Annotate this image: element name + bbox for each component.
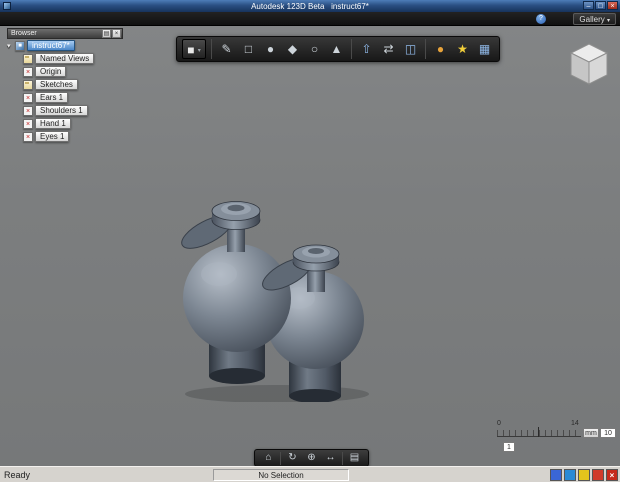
chevron-down-icon: ▾ (197, 48, 201, 54)
tree-item-label[interactable]: Sketches (35, 79, 78, 90)
maximize-button[interactable]: □ (595, 1, 606, 10)
window-controls: – □ × (583, 1, 618, 10)
effects-icon[interactable]: ★ (453, 39, 472, 59)
tray-blue-icon[interactable] (550, 469, 562, 481)
viewcube[interactable] (566, 40, 612, 93)
cone-icon[interactable]: ▲ (327, 39, 346, 59)
browser-header[interactable]: Browser ▤ × (7, 28, 123, 39)
hidden-feature-icon: × (23, 92, 33, 103)
tree-root-row[interactable]: ▾ ■ instruct67* (7, 39, 123, 52)
box-icon[interactable]: □ (239, 39, 258, 59)
browser-menu-button[interactable]: ▤ (102, 29, 111, 38)
gallery-label: Gallery (579, 15, 605, 24)
minimize-button[interactable]: – (583, 1, 594, 10)
hidden-feature-icon: × (23, 105, 33, 116)
toolbar-separator (425, 39, 426, 59)
wedge-icon[interactable]: ◆ (283, 39, 302, 59)
pan-icon[interactable]: ↔ (323, 451, 338, 465)
modeling-toolbar: ■ ▾ ✎ □ ● ◆ ○ ▲ ⇧ ⇄ ◫ ● ★ ▦ (176, 36, 500, 62)
toolbar-separator (280, 451, 281, 465)
scale-widget: 0 14 mm 10 1 (495, 420, 617, 456)
hidden-feature-icon: × (23, 66, 33, 77)
primitives-menu-icon[interactable]: ■ ▾ (182, 39, 206, 59)
browser-title: Browser (11, 30, 37, 37)
scale-max-label: 14 (571, 420, 579, 427)
material-icon[interactable]: ● (431, 39, 450, 59)
toolbar-separator (342, 451, 343, 465)
viewcube-svg (569, 43, 609, 85)
view-settings-icon[interactable]: ▤ (347, 451, 362, 465)
tree-item-named-views[interactable]: Named Views (7, 52, 123, 65)
snap-increment-input[interactable]: 1 (503, 442, 515, 452)
combine-icon[interactable]: ◫ (401, 39, 420, 59)
view-home-icon[interactable]: ⌂ (261, 451, 276, 465)
zoom-icon[interactable]: ⊕ (304, 451, 319, 465)
expander-icon[interactable]: ▾ (7, 42, 15, 50)
toolbar-separator (211, 39, 212, 59)
gallery-button[interactable]: Gallery ▾ (573, 13, 616, 25)
model-3d[interactable] (175, 170, 375, 402)
sphere-icon[interactable]: ● (261, 39, 280, 59)
tree-root-label[interactable]: instruct67* (27, 40, 75, 51)
tray-blue2-icon[interactable] (564, 469, 576, 481)
status-ready-text: Ready (4, 470, 31, 480)
cube-glyph: ■ (187, 43, 195, 57)
viewport-canvas[interactable]: Browser ▤ × ▾ ■ instruct67* Named Views … (0, 26, 620, 467)
scale-ruler[interactable] (497, 427, 581, 437)
tree-item-origin[interactable]: × Origin (7, 65, 123, 78)
tree-item-shoulders[interactable]: × Shoulders 1 (7, 104, 123, 117)
tree-item-eyes[interactable]: × Eyes 1 (7, 130, 123, 143)
toolbar-separator (351, 39, 352, 59)
help-icon[interactable]: ? (536, 14, 546, 24)
model-shadow (185, 385, 369, 402)
tree-item-label[interactable]: Eyes 1 (35, 131, 70, 142)
torus-icon[interactable]: ○ (305, 39, 324, 59)
browser-close-button[interactable]: × (112, 29, 121, 38)
tree-item-label[interactable]: Ears 1 (35, 92, 69, 103)
selection-status-text: No Selection (213, 469, 349, 481)
sketch-icon[interactable]: ✎ (217, 39, 236, 59)
tray-red-icon[interactable] (592, 469, 604, 481)
tree-item-sketches[interactable]: Sketches (7, 78, 123, 91)
app-title-text: Autodesk 123D Beta (251, 1, 325, 11)
folder-icon (23, 79, 33, 90)
tree-item-label[interactable]: Hand 1 (35, 118, 71, 129)
status-tray: × (550, 469, 618, 481)
document-title-text: instruct67* (331, 1, 369, 11)
menu-bar: ? Gallery ▾ (0, 12, 620, 26)
hidden-feature-icon: × (23, 131, 33, 142)
scale-min-label: 0 (497, 420, 501, 427)
grid-size-input[interactable]: 10 (600, 428, 616, 438)
tree-item-label[interactable]: Named Views (35, 53, 95, 64)
figure-left-body (183, 244, 291, 384)
navigation-toolbar: ⌂ ↻ ⊕ ↔ ▤ (254, 449, 369, 467)
browser-panel: Browser ▤ × ▾ ■ instruct67* Named Views … (7, 28, 123, 143)
folder-icon (23, 53, 33, 64)
tree-item-label[interactable]: Shoulders 1 (35, 105, 88, 116)
extrude-icon[interactable]: ⇧ (357, 39, 376, 59)
hidden-feature-icon: × (23, 118, 33, 129)
status-bar: Ready No Selection × (0, 466, 620, 482)
title-bar: Autodesk 123D Beta instruct67* – □ × (0, 0, 620, 12)
unit-dropdown[interactable]: mm (583, 428, 599, 438)
window-title: Autodesk 123D Beta instruct67* (0, 2, 620, 11)
tree-item-ears[interactable]: × Ears 1 (7, 91, 123, 104)
mirror-icon[interactable]: ⇄ (379, 39, 398, 59)
tray-close-icon[interactable]: × (606, 469, 618, 481)
ruler-mid-tick (538, 427, 539, 437)
part-cube-icon: ■ (15, 40, 25, 51)
tree-item-label[interactable]: Origin (35, 66, 67, 77)
close-button[interactable]: × (607, 1, 618, 10)
orbit-icon[interactable]: ↻ (285, 451, 300, 465)
tray-yellow-icon[interactable] (578, 469, 590, 481)
tree-item-hand[interactable]: × Hand 1 (7, 117, 123, 130)
snap-grid-icon[interactable]: ▦ (475, 39, 494, 59)
chevron-down-icon: ▾ (606, 18, 610, 24)
